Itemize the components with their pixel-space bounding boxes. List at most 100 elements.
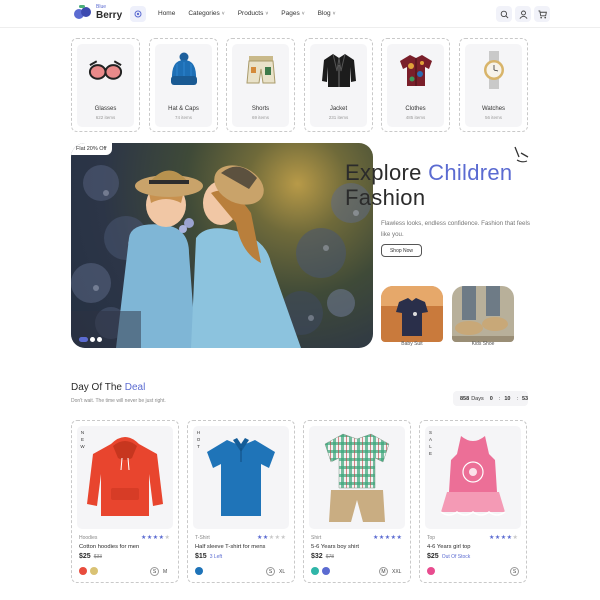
rating-stars: ★★★★★ — [257, 535, 287, 541]
hero-banner[interactable]: Flat 20% Off — [71, 143, 373, 348]
size-option[interactable]: M — [379, 567, 388, 576]
decorative-lines-icon — [514, 146, 529, 163]
category-count: 69 items — [251, 115, 269, 120]
color-swatch[interactable] — [79, 567, 87, 575]
hat-icon — [165, 50, 202, 90]
timer-seconds: 53 — [521, 395, 529, 402]
baby-suit-image — [381, 286, 443, 342]
timer-hours: 0 — [489, 395, 493, 402]
size-option[interactable]: S — [150, 567, 159, 576]
category-count: 231 items — [328, 115, 349, 120]
blueberry-logo-icon — [74, 5, 92, 21]
timer-days: 858 — [460, 395, 470, 402]
product-name[interactable]: Cotton hoodies for men — [79, 544, 139, 550]
mini-card-label: Baby Suit — [401, 341, 423, 347]
size-option[interactable]: S — [510, 567, 519, 576]
category-name: Glasses — [94, 106, 117, 112]
product-name[interactable]: Half sleeve T-shirt for mens — [195, 544, 265, 550]
mini-card-baby-suit[interactable] — [381, 286, 443, 342]
category-count: 485 items — [405, 115, 426, 120]
category-card-jacket[interactable]: Jacket 231 items — [304, 38, 373, 132]
product-image — [193, 426, 289, 529]
discount-tag: Flat 20% Off — [71, 143, 113, 155]
product-stock: 3 Left — [209, 554, 223, 560]
nav-categories[interactable]: Categories ˅ — [188, 10, 224, 17]
size-option[interactable]: M — [163, 567, 167, 576]
category-card-watches[interactable]: Watches 56 items — [459, 38, 528, 132]
product-old-price: $33 — [93, 554, 103, 560]
hero-photo — [71, 143, 373, 348]
nav-products[interactable]: Products ˅ — [238, 10, 269, 17]
category-name: Jacket — [329, 106, 348, 112]
user-icon — [519, 10, 527, 19]
cart-icon — [537, 9, 547, 18]
watch-icon — [475, 50, 512, 90]
product-category: Hoodies — [79, 535, 98, 541]
product-name[interactable]: 5-6 Years boy shirt — [311, 544, 359, 550]
nav-home[interactable]: Home — [158, 10, 175, 17]
category-card-shorts[interactable]: Shorts 69 items — [226, 38, 295, 132]
shorts-icon — [242, 50, 279, 90]
size-option[interactable]: S — [266, 567, 275, 576]
category-card-hat[interactable]: Hat & Caps 74 items — [149, 38, 218, 132]
search-button[interactable] — [496, 6, 512, 22]
mini-card-kids-shoe[interactable] — [452, 286, 514, 342]
product-name[interactable]: 4-6 Years girl top — [427, 544, 471, 550]
product-stock: Out Of Stock — [441, 554, 471, 560]
hero-title: Explore Children Fashion — [345, 160, 513, 210]
category-name: Hat & Caps — [168, 106, 199, 112]
category-card-glasses[interactable]: Glasses 622 items — [71, 38, 140, 132]
timer-minutes: 10 — [504, 395, 511, 402]
jacket-icon — [320, 50, 357, 90]
nav-pages[interactable]: Pages ˅ — [281, 10, 304, 17]
product-card[interactable]: SALE Top ★★★★★ 4-6 Years girl top $25 Out… — [419, 420, 527, 583]
color-swatch[interactable] — [90, 567, 98, 575]
product-image — [309, 426, 405, 529]
category-name: Watches — [481, 106, 506, 112]
product-badge-hot: HOT — [196, 430, 201, 449]
account-button[interactable] — [515, 6, 531, 22]
product-card[interactable]: NEW Hoodies ★★★★★ Cotton hoodies for men… — [71, 420, 179, 583]
slider-dot[interactable] — [97, 337, 102, 342]
product-category: Shirt — [311, 535, 322, 541]
slider-dot-active[interactable] — [79, 337, 88, 342]
deal-title: Day Of The Deal — [71, 382, 146, 393]
kids-shoe-image — [452, 286, 514, 342]
slider-dot[interactable] — [90, 337, 95, 342]
menu-grid-button[interactable] — [130, 6, 146, 22]
color-swatch[interactable] — [195, 567, 203, 575]
countdown-timer: 858 Days 0 : 10 : 53 — [453, 391, 528, 406]
glasses-icon — [87, 50, 124, 90]
gear-icon — [134, 10, 142, 18]
category-count: 56 items — [484, 115, 502, 120]
mini-card-label: Kids Shoe — [471, 341, 495, 347]
product-card[interactable]: Shirt ★★★★★ 5-6 Years boy shirt $32 $78 M… — [303, 420, 411, 583]
color-swatch[interactable] — [311, 567, 319, 575]
product-price: $32 $78 — [311, 553, 335, 560]
hero-subtitle: Flawless looks, endless confidence. Fash… — [381, 220, 530, 238]
color-swatch[interactable] — [322, 567, 330, 575]
size-option[interactable]: XL — [279, 567, 285, 576]
category-count: 622 items — [95, 115, 116, 120]
product-category: T-Shirt — [195, 535, 210, 541]
chevron-down-icon: ˅ — [332, 11, 336, 17]
rating-stars: ★★★★★ — [141, 535, 171, 541]
rating-stars: ★★★★★ — [489, 535, 519, 541]
cart-button[interactable] — [534, 6, 550, 22]
search-icon — [500, 10, 508, 18]
product-price: $25 Out Of Stock — [427, 553, 471, 560]
product-old-price: $78 — [325, 554, 335, 560]
product-price: $15 3 Left — [195, 553, 223, 560]
product-card[interactable]: HOT T-Shirt ★★★★★ Half sleeve T-shirt fo… — [187, 420, 295, 583]
size-option[interactable]: XXL — [392, 567, 401, 576]
product-badge-sale: SALE — [428, 430, 432, 456]
shop-now-button[interactable]: Shop Now — [381, 244, 422, 257]
category-card-clothes[interactable]: Clothes 485 items — [381, 38, 450, 132]
product-image — [425, 426, 521, 529]
product-badge-new: NEW — [80, 430, 85, 449]
chevron-down-icon: ˅ — [301, 11, 305, 17]
shirt-icon — [397, 50, 434, 90]
color-swatch[interactable] — [427, 567, 435, 575]
nav-blog[interactable]: Blog ˅ — [318, 10, 336, 17]
logo[interactable]: Blue Berry — [74, 5, 122, 21]
